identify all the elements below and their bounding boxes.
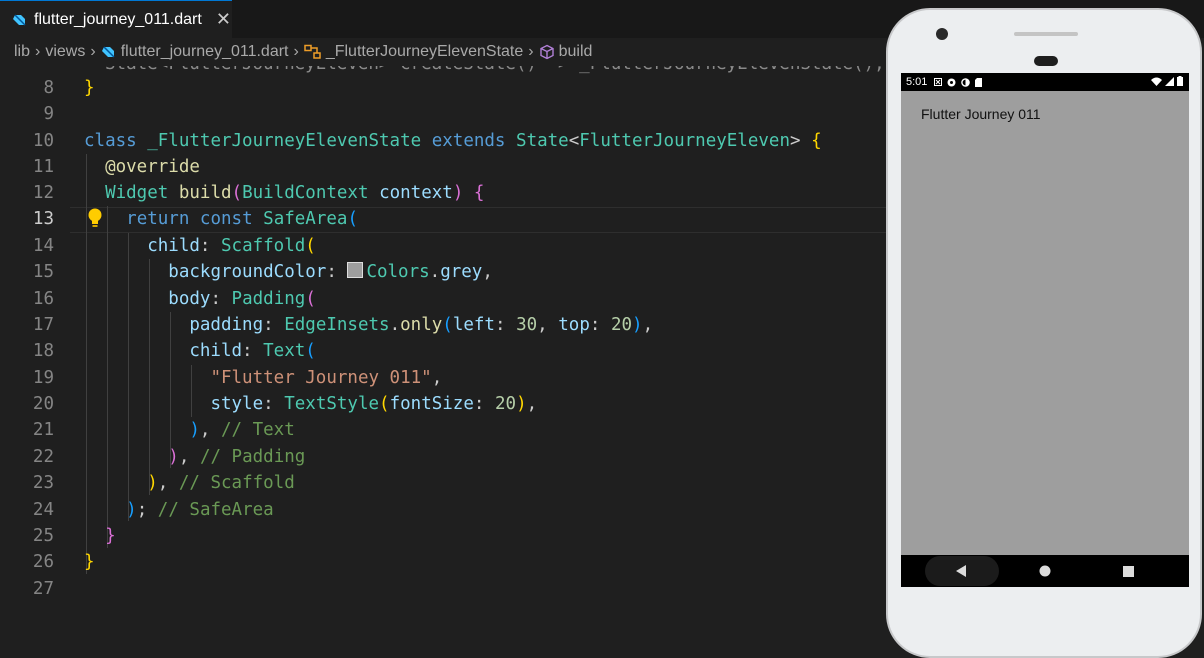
breadcrumb-file[interactable]: flutter_journey_011.dart: [101, 43, 289, 61]
settings-status-icon: [947, 78, 956, 86]
breadcrumb-class-label: _FlutterJourneyElevenState: [325, 43, 524, 60]
code-line-18: child: Text(: [189, 341, 316, 361]
line-number: 17: [32, 315, 54, 335]
android-emulator: 5:01 Flutter Journey 011: [886, 8, 1202, 658]
line-number: 10: [32, 131, 54, 151]
emulator-screen[interactable]: 5:01 Flutter Journey 011: [901, 73, 1189, 587]
code-line-26: }: [84, 552, 95, 572]
breadcrumb-lib[interactable]: lib: [14, 43, 30, 61]
breadcrumb-class[interactable]: _FlutterJourneyElevenState: [304, 43, 523, 61]
line-number: 9: [43, 104, 54, 124]
code-line-19: "Flutter Journey 011",: [210, 368, 443, 388]
line-number: 21: [32, 420, 54, 440]
line-number: 22: [32, 447, 54, 467]
code-line-11: @override: [105, 157, 200, 177]
breadcrumb-file-label: flutter_journey_011.dart: [120, 43, 289, 60]
breadcrumb-views[interactable]: views: [45, 43, 85, 61]
notification-icon: [934, 78, 943, 86]
code-line-10: class _FlutterJourneyElevenState extends…: [84, 131, 822, 151]
status-time: 5:01: [906, 76, 928, 88]
line-number: 15: [32, 262, 54, 282]
method-cube-icon: [539, 44, 554, 60]
line-number: 16: [32, 289, 54, 309]
line-number: 24: [32, 500, 54, 520]
recents-square-icon[interactable]: [1123, 566, 1134, 577]
code-line-24: ); // SafeArea: [126, 500, 274, 520]
data-saver-icon: [961, 77, 971, 87]
phone-sensor-slit: [1014, 32, 1078, 36]
wifi-icon: [1151, 77, 1162, 86]
line-number: 8: [43, 78, 54, 98]
code-line-8: }: [84, 78, 95, 98]
breadcrumb-method[interactable]: build: [539, 43, 593, 61]
line-number: 18: [32, 341, 54, 361]
battery-icon: [1177, 76, 1183, 86]
sd-card-icon: [975, 77, 983, 87]
cell-signal-icon: [1165, 76, 1174, 86]
editor-tab-flutter-journey-011[interactable]: flutter_journey_011.dart ✕: [0, 0, 232, 38]
class-symbol-icon: [304, 44, 321, 59]
color-swatch-grey[interactable]: [347, 262, 364, 278]
chevron-right-icon: ›: [90, 43, 96, 60]
code-line-14: child: Scaffold(: [147, 236, 316, 256]
close-tab-icon[interactable]: ✕: [216, 9, 231, 30]
code-line-15: backgroundColor: Colors.grey,: [168, 262, 493, 282]
phone-speaker: [1034, 56, 1058, 66]
tab-filename: flutter_journey_011.dart: [34, 10, 202, 28]
breadcrumb-method-label: build: [558, 43, 593, 60]
code-line-13: return const SafeArea(: [126, 209, 358, 229]
home-circle-icon[interactable]: [1039, 565, 1051, 577]
line-number: 25: [32, 526, 54, 546]
camera-icon: [936, 28, 948, 40]
line-number: 14: [32, 236, 54, 256]
code-line-21: ), // Text: [189, 420, 295, 440]
app-title-text: Flutter Journey 011: [921, 106, 1041, 122]
code-line-20: style: TextStyle(fontSize: 20),: [210, 394, 538, 414]
line-number: 20: [32, 394, 54, 414]
code-line-17: padding: EdgeInsets.only(left: 30, top: …: [189, 315, 654, 335]
android-nav-bar: [901, 555, 1189, 587]
code-line-partial: State<FlutterJourneyEleven> createState(…: [105, 66, 885, 77]
app-scaffold-body: Flutter Journey 011: [901, 91, 1189, 555]
chevron-right-icon: ›: [35, 43, 41, 60]
code-line-16: body: Padding(: [168, 289, 316, 309]
code-line-25: }: [105, 526, 116, 546]
chevron-right-icon: ›: [293, 43, 299, 60]
line-number: 12: [32, 183, 54, 203]
dart-file-icon: [101, 46, 115, 58]
chevron-right-icon: ›: [528, 43, 534, 60]
line-number: 19: [32, 368, 54, 388]
line-number: 26: [32, 552, 54, 572]
code-line-22: ), // Padding: [168, 447, 306, 467]
dart-file-icon: [13, 13, 26, 26]
line-number: 23: [32, 473, 54, 493]
code-line-23: ), // Scaffold: [147, 473, 295, 493]
status-bar: 5:01: [901, 73, 1189, 91]
code-line-12: Widget build(BuildContext context) {: [105, 183, 485, 203]
line-number-active: 13: [32, 209, 54, 229]
status-indicators: [1151, 76, 1183, 86]
line-number: 11: [32, 157, 54, 177]
line-number: 27: [32, 579, 54, 599]
back-triangle-icon[interactable]: [955, 564, 967, 578]
